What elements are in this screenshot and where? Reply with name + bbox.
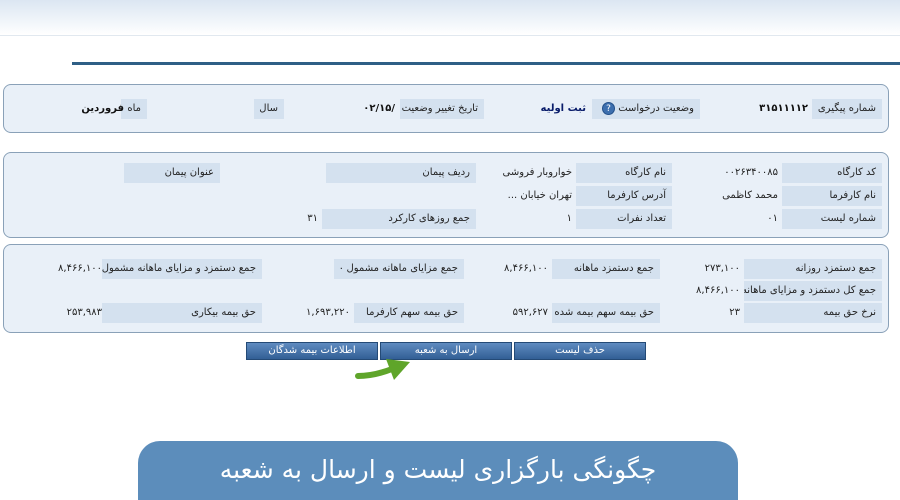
employer-address-label: آدرس کارفرما xyxy=(576,186,672,206)
wage-totals-panel: جمع دستمزد روزانه ۲۷۳,۱۰۰ جمع دستمزد ماه… xyxy=(3,244,889,333)
contract-title-label: عنوان پیمان xyxy=(124,163,220,183)
unemployment-insurance-label: حق بیمه بیکاری xyxy=(102,303,262,323)
employer-name-value: محمد کاظمی xyxy=(722,190,778,201)
workshop-code-value: ۰۰۲۶۳۴۰۰۸۵ xyxy=(724,167,778,178)
wage-benefits-label: جمع دستمزد و مزایای ماهانه مشمول xyxy=(102,259,262,279)
work-days-value: ۳۱ xyxy=(307,213,318,224)
workshop-code-label: کد کارگاه xyxy=(782,163,882,183)
request-status-value: ثبت اولیه xyxy=(540,103,586,114)
month-value: فروردین xyxy=(81,103,124,114)
workshop-name-label: نام کارگاه xyxy=(576,163,672,183)
employer-name-label: نام کارفرما xyxy=(782,186,882,206)
work-days-label: جمع روزهای کارکرد xyxy=(322,209,476,229)
employer-share-label: حق بیمه سهم کارفرما xyxy=(354,303,464,323)
year-label: سال xyxy=(254,99,284,119)
insured-share-value: ۵۹۲,۶۲۷ xyxy=(512,307,548,318)
tracking-number-label: شماره پیگیری xyxy=(812,99,882,119)
tracking-number-value: ۳۱۵۱۱۱۱۲ xyxy=(759,103,808,114)
unemployment-insurance-value: ۲۵۳,۹۸۳ xyxy=(66,307,102,318)
list-number-value: ۰۱ xyxy=(767,213,778,224)
monthly-benefits-label: جمع مزایای ماهانه مشمول xyxy=(334,259,464,279)
help-icon[interactable]: ? xyxy=(602,101,616,115)
green-arrow-icon xyxy=(355,359,410,380)
headcount-value: ۱ xyxy=(566,213,572,224)
month-label: ماه xyxy=(121,99,147,119)
workshop-info-panel: کد کارگاه ۰۰۲۶۳۴۰۰۸۵ نام کارگاه خواروبار… xyxy=(3,152,889,238)
list-number-label: شماره لیست xyxy=(782,209,882,229)
monthly-wage-value: ۸,۴۶۶,۱۰۰ xyxy=(504,263,548,274)
header-separator xyxy=(72,62,900,65)
request-status-panel: شماره پیگیری ۳۱۵۱۱۱۱۲ وضعیت درخواست ? ثب… xyxy=(3,84,889,133)
daily-wage-label: جمع دستمزد روزانه xyxy=(744,259,882,279)
insurance-rate-label: نرخ حق بیمه xyxy=(744,303,882,323)
monthly-benefits-value: ۰ xyxy=(338,263,344,274)
insurance-rate-value: ۲۳ xyxy=(729,307,740,318)
status-change-date-label: تاریخ تغییر وضعیت xyxy=(400,99,484,119)
monthly-wage-label: جمع دستمزد ماهانه xyxy=(552,259,660,279)
request-status-label: وضعیت درخواست ? xyxy=(592,99,700,119)
insured-share-label: حق بیمه سهم بیمه شده xyxy=(552,303,660,323)
contract-row-label: ردیف پیمان xyxy=(326,163,476,183)
tutorial-caption-banner: چگونگی بارگزاری لیست و ارسال به شعبه xyxy=(138,441,738,500)
employer-share-value: ۱,۶۹۳,۲۲۰ xyxy=(306,307,350,318)
total-wage-benefits-value: ۸,۴۶۶,۱۰۰ xyxy=(696,285,740,296)
workshop-name-value: خواروبار فروشی xyxy=(502,167,572,178)
total-wage-benefits-label: جمع کل دستمزد و مزایای ماهانه xyxy=(744,281,882,301)
delete-list-button[interactable]: حذف لیست xyxy=(514,342,646,360)
request-status-label-text: وضعیت درخواست xyxy=(618,103,694,114)
daily-wage-value: ۲۷۳,۱۰۰ xyxy=(704,263,740,274)
wage-benefits-value: ۸,۴۶۶,۱۰۰ xyxy=(58,263,102,274)
employer-address-value: تهران خیابان ... xyxy=(507,190,572,201)
top-header-bar xyxy=(0,0,900,36)
status-change-date-value: /۰۲/۱۵ xyxy=(363,103,395,114)
headcount-label: تعداد نفرات xyxy=(576,209,672,229)
